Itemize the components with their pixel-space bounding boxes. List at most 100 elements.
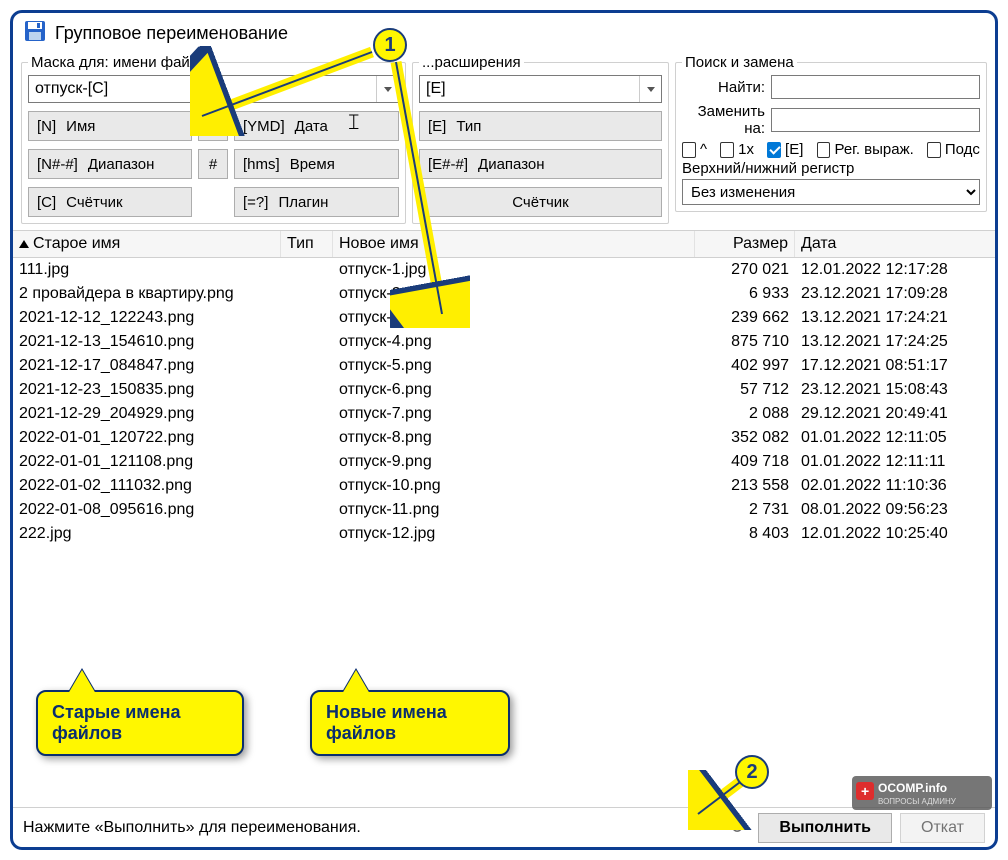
- cell-type: [281, 474, 333, 498]
- mask-filename-input-wrap[interactable]: [28, 75, 399, 103]
- status-bar: Нажмите «Выполнить» для переименования. …: [13, 807, 995, 847]
- cell-date: 01.01.2022 12:11:11: [795, 450, 995, 474]
- search-replace-group: Поиск и замена Найти: Заменить на: ^ 1x …: [675, 54, 987, 212]
- table-row[interactable]: 2022-01-01_120722.pngотпуск-8.png352 082…: [13, 426, 995, 450]
- svg-text:+: +: [861, 783, 869, 799]
- token-ext-type-button[interactable]: [E]Тип: [419, 111, 662, 141]
- cell-size: 409 718: [695, 450, 795, 474]
- cell-date: 12.01.2022 10:25:40: [795, 522, 995, 546]
- svg-text:ВОПРОСЫ АДМИНУ: ВОПРОСЫ АДМИНУ: [878, 797, 957, 806]
- token-ext-range-button[interactable]: [E#-#]Диапазон: [419, 149, 662, 179]
- token-range-button[interactable]: [N#-#]Диапазон: [28, 149, 192, 179]
- token-plusminus-button[interactable]: ±: [198, 111, 228, 141]
- token-plugin-button[interactable]: [=?]Плагин: [234, 187, 399, 217]
- cell-size: 875 710: [695, 330, 795, 354]
- cell-type: [281, 378, 333, 402]
- mask-filename-group: Маска для: имени файла [N]Имя ± [YMD]Дат…: [21, 54, 406, 224]
- cell-old-name: 2021-12-17_084847.png: [13, 354, 281, 378]
- checkbox-substitute[interactable]: [927, 142, 941, 158]
- token-ext-counter-button[interactable]: Счётчик: [419, 187, 662, 217]
- table-row[interactable]: 2022-01-08_095616.png отпуск-11.png2 7310…: [13, 498, 995, 522]
- mask-extension-group: ...расширения [E]Тип [E#-#]Диапазон Счёт…: [412, 54, 669, 224]
- cell-type: [281, 450, 333, 474]
- execute-button[interactable]: Выполнить: [758, 813, 892, 843]
- cell-old-name: 2 провайдера в квартиру.png: [13, 282, 281, 306]
- cell-old-name: 2022-01-08_095616.png: [13, 498, 281, 522]
- cell-type: [281, 498, 333, 522]
- mask-filename-dropdown[interactable]: [376, 76, 398, 102]
- cell-size: 213 558: [695, 474, 795, 498]
- table-row[interactable]: 2022-01-02_111032.pngотпуск-10.png213 55…: [13, 474, 995, 498]
- annotation-badge-2: 2: [735, 755, 769, 789]
- column-header-old-name[interactable]: Старое имя: [13, 231, 281, 257]
- token-time-button[interactable]: [hms]Время: [234, 149, 399, 179]
- table-row[interactable]: 2 провайдера в квартиру.pngотпуск-2.png6…: [13, 282, 995, 306]
- cell-date: 29.12.2021 20:49:41: [795, 402, 995, 426]
- cell-type: [281, 426, 333, 450]
- file-list[interactable]: 111.jpgотпуск-1.jpg270 02112.01.2022 12:…: [13, 258, 995, 546]
- cell-size: 8 403: [695, 522, 795, 546]
- checkbox-extension[interactable]: [767, 142, 781, 158]
- replace-input[interactable]: [771, 108, 980, 132]
- table-row[interactable]: 2021-12-23_150835.pngотпуск-6.png57 7122…: [13, 378, 995, 402]
- table-row[interactable]: 2021-12-29_204929.pngотпуск-7.png2 08829…: [13, 402, 995, 426]
- rollback-button[interactable]: Откат: [900, 813, 985, 843]
- cell-size: 2 088: [695, 402, 795, 426]
- cell-size: 57 712: [695, 378, 795, 402]
- cell-new-name: отпуск-10.png: [333, 474, 695, 498]
- cell-old-name: 2021-12-12_122243.png: [13, 306, 281, 330]
- watermark: + OCOMP.info ВОПРОСЫ АДМИНУ: [852, 776, 992, 814]
- cell-type: [281, 354, 333, 378]
- column-header-new-name[interactable]: Новое имя: [333, 231, 695, 257]
- window-title: Групповое переименование: [55, 23, 288, 44]
- cell-size: 402 997: [695, 354, 795, 378]
- token-name-button[interactable]: [N]Имя: [28, 111, 192, 141]
- mask-extension-input-wrap[interactable]: [419, 75, 662, 103]
- table-row[interactable]: 2021-12-13_154610.pngотпуск-4.png875 710…: [13, 330, 995, 354]
- table-row[interactable]: 2021-12-17_084847.png отпуск-5.png402 997…: [13, 354, 995, 378]
- token-counter-button[interactable]: [C]Счётчик: [28, 187, 192, 217]
- cell-old-name: 2022-01-01_121108.png: [13, 450, 281, 474]
- undo-icon[interactable]: ↻: [723, 817, 750, 838]
- find-input[interactable]: [771, 75, 980, 99]
- column-header-size[interactable]: Размер: [695, 231, 795, 257]
- cell-new-name: отпуск-3.png: [333, 306, 695, 330]
- mask-extension-input[interactable]: [420, 76, 639, 102]
- cell-size: 270 021: [695, 258, 795, 282]
- checkbox-caret[interactable]: [682, 142, 696, 158]
- save-icon: [23, 19, 47, 48]
- mask-filename-input[interactable]: [29, 76, 376, 102]
- table-row[interactable]: 222.jpgотпуск-12.jpg8 40312.01.2022 10:2…: [13, 522, 995, 546]
- case-label: Верхний/нижний регистр: [682, 160, 980, 177]
- table-row[interactable]: 2022-01-01_121108.pngотпуск-9.png409 718…: [13, 450, 995, 474]
- cell-date: 08.01.2022 09:56:23: [795, 498, 995, 522]
- checkbox-regex[interactable]: [817, 142, 831, 158]
- column-header-date[interactable]: Дата: [795, 231, 995, 257]
- token-date-button[interactable]: [YMD]Дата: [234, 111, 399, 141]
- titlebar: Групповое переименование: [13, 13, 995, 52]
- svg-text:OCOMP.info: OCOMP.info: [878, 781, 947, 795]
- cell-new-name: отпуск-11.png: [333, 498, 695, 522]
- checkbox-once[interactable]: [720, 142, 734, 158]
- cell-size: 2 731: [695, 498, 795, 522]
- table-row[interactable]: 2021-12-12_122243.pngотпуск-3.png239 662…: [13, 306, 995, 330]
- column-header-type[interactable]: Тип: [281, 231, 333, 257]
- mask-filename-legend: Маска для: имени файла: [28, 54, 210, 71]
- cell-type: [281, 522, 333, 546]
- table-row[interactable]: 111.jpgотпуск-1.jpg270 02112.01.2022 12:…: [13, 258, 995, 282]
- replace-label: Заменить на:: [682, 103, 765, 137]
- token-hash-button[interactable]: #: [198, 149, 228, 179]
- cell-date: 23.12.2021 17:09:28: [795, 282, 995, 306]
- cell-size: 6 933: [695, 282, 795, 306]
- cell-date: 02.01.2022 11:10:36: [795, 474, 995, 498]
- cell-new-name: отпуск-6.png: [333, 378, 695, 402]
- cell-date: 13.12.2021 17:24:21: [795, 306, 995, 330]
- case-select[interactable]: Без изменения: [682, 179, 980, 205]
- mask-extension-dropdown[interactable]: [639, 76, 661, 102]
- cell-old-name: 2021-12-29_204929.png: [13, 402, 281, 426]
- cell-date: 13.12.2021 17:24:25: [795, 330, 995, 354]
- cell-type: [281, 306, 333, 330]
- cell-old-name: 2021-12-23_150835.png: [13, 378, 281, 402]
- cell-new-name: отпуск-8.png: [333, 426, 695, 450]
- cell-new-name: отпуск-5.png: [333, 354, 695, 378]
